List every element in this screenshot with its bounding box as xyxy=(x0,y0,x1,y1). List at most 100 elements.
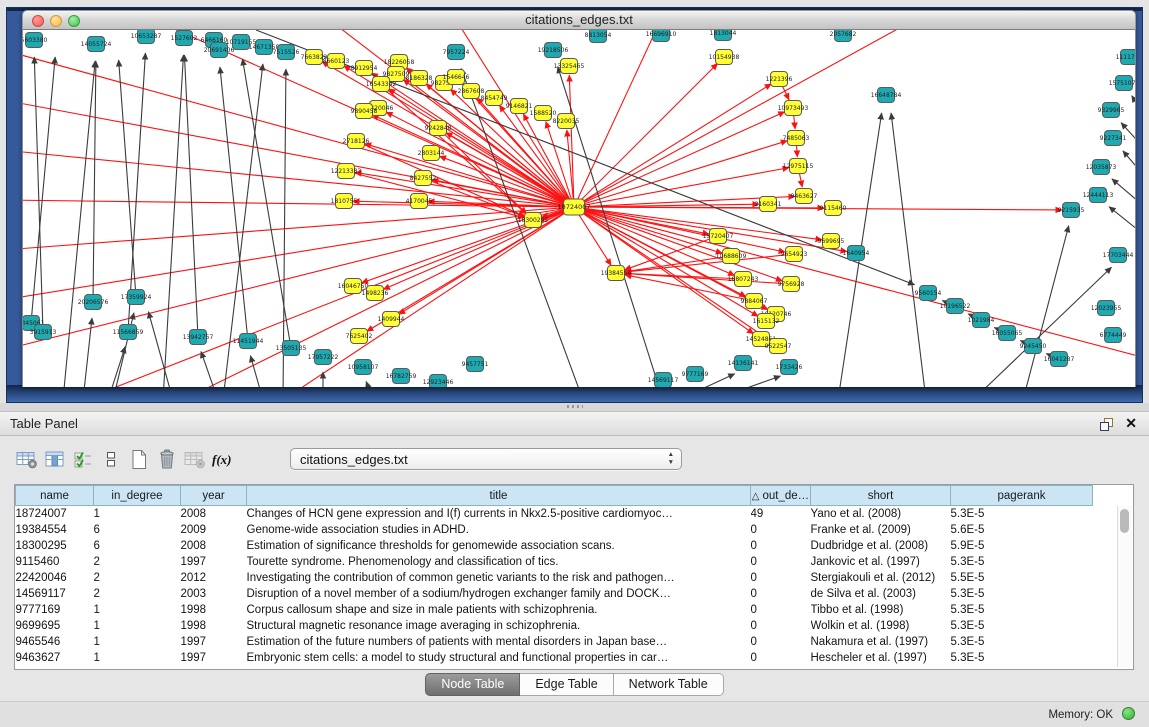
table-cell[interactable]: Wolkin et al. (1998) xyxy=(811,618,951,634)
show-columns-icon[interactable] xyxy=(42,446,68,472)
table-cell[interactable]: 9115460 xyxy=(16,554,94,570)
panel-splitter[interactable] xyxy=(0,403,1149,411)
table-cell[interactable]: 1998 xyxy=(181,602,247,618)
column-header-title[interactable]: title xyxy=(247,486,751,506)
memory-status-icon[interactable] xyxy=(1122,707,1135,720)
table-cell[interactable]: 49 xyxy=(751,506,811,522)
table-cell[interactable]: Tourette syndrome. Phenomenology and cla… xyxy=(247,554,751,570)
table-cell[interactable]: 5.3E-5 xyxy=(951,650,1093,666)
table-cell[interactable]: 5.3E-5 xyxy=(951,586,1093,602)
network-table-selector[interactable]: citations_edges.txt ▲▼ xyxy=(290,448,682,470)
table-cell[interactable]: 5.3E-5 xyxy=(951,506,1093,522)
graph-edge[interactable] xyxy=(386,112,574,207)
table-cell[interactable]: 9699695 xyxy=(16,618,94,634)
graph-edge[interactable] xyxy=(119,60,136,297)
table-cell[interactable]: 1997 xyxy=(181,650,247,666)
table-cell[interactable]: 18300295 xyxy=(16,538,94,554)
tab-network-table[interactable]: Network Table xyxy=(614,673,724,696)
select-columns-icon[interactable] xyxy=(70,446,96,472)
graph-edge[interactable] xyxy=(250,356,263,387)
table-cell[interactable]: Franke et al. (2009) xyxy=(811,522,951,538)
table-cell[interactable]: 14569117 xyxy=(16,586,94,602)
table-cell[interactable]: 0 xyxy=(751,634,811,650)
table-cell[interactable]: 5.3E-5 xyxy=(951,634,1093,650)
graph-edge[interactable] xyxy=(31,57,55,323)
graph-edge[interactable] xyxy=(148,312,173,387)
table-cell[interactable]: Yano et al. (2008) xyxy=(811,506,951,522)
table-cell[interactable]: 0 xyxy=(751,602,811,618)
table-cell[interactable]: 2008 xyxy=(181,538,247,554)
table-cell[interactable]: 0 xyxy=(751,586,811,602)
graph-edge[interactable] xyxy=(1123,151,1135,186)
table-cell[interactable]: Hescheler et al. (1997) xyxy=(811,650,951,666)
close-panel-icon[interactable]: ✕ xyxy=(1125,415,1137,432)
graph-edge[interactable] xyxy=(283,69,286,387)
table-row[interactable]: 911546021997Tourette syndrome. Phenomeno… xyxy=(16,554,1093,570)
table-row[interactable]: 977716911998Corpus callosum shape and si… xyxy=(16,602,1093,618)
table-cell[interactable]: 1 xyxy=(94,506,181,522)
table-cell[interactable]: 18724007 xyxy=(16,506,94,522)
table-cell[interactable]: 0 xyxy=(751,618,811,634)
float-panel-icon[interactable] xyxy=(1100,418,1113,431)
new-table-icon[interactable] xyxy=(126,446,152,472)
table-cell[interactable]: Genome-wide association studies in ADHD. xyxy=(247,522,751,538)
graph-edge[interactable] xyxy=(108,347,125,387)
column-header-year[interactable]: year xyxy=(181,486,247,506)
column-header-pagerank[interactable]: pagerank xyxy=(951,486,1093,506)
network-canvas[interactable]: 1872400756033801405572410653287152760264… xyxy=(22,30,1136,387)
table-cell[interactable]: 0 xyxy=(751,522,811,538)
tab-edge-table[interactable]: Edge Table xyxy=(520,673,613,696)
table-cell[interactable]: 1997 xyxy=(181,554,247,570)
delete-table-icon[interactable] xyxy=(154,446,180,472)
table-cell[interactable]: 2012 xyxy=(181,570,247,586)
table-cell[interactable]: 9465546 xyxy=(16,634,94,650)
table-cell[interactable]: Corpus callosum shape and size in male p… xyxy=(247,602,751,618)
table-cell[interactable]: 5.3E-5 xyxy=(951,554,1093,570)
table-cell[interactable]: 0 xyxy=(751,570,811,586)
table-cell[interactable]: Jankovic et al. (1997) xyxy=(811,554,951,570)
column-header-in_degree[interactable]: in_degree xyxy=(94,486,181,506)
table-cell[interactable]: 9777169 xyxy=(16,602,94,618)
graph-edge[interactable] xyxy=(23,207,574,299)
column-header-out_de[interactable]: △out_de… xyxy=(751,486,811,506)
table-cell[interactable]: 5.3E-5 xyxy=(951,618,1093,634)
table-row[interactable]: 969969511998Structural magnetic resonanc… xyxy=(16,618,1093,634)
table-row[interactable]: 946554611997Estimation of the future num… xyxy=(16,634,1093,650)
table-cell[interactable]: 5.3E-5 xyxy=(951,602,1093,618)
table-cell[interactable]: Stergiakouli et al. (2012) xyxy=(811,570,951,586)
column-header-name[interactable]: name xyxy=(16,486,94,506)
table-cell[interactable]: 22420046 xyxy=(16,570,94,586)
graph-edge[interactable] xyxy=(93,61,96,302)
graph-edge[interactable] xyxy=(891,113,926,387)
table-cell[interactable]: 2 xyxy=(94,570,181,586)
graph-edge[interactable] xyxy=(34,57,43,332)
table-cell[interactable]: 6 xyxy=(94,522,181,538)
table-cell[interactable]: 5.9E-5 xyxy=(951,538,1093,554)
graph-edge[interactable] xyxy=(625,254,794,272)
graph-edge[interactable] xyxy=(574,207,1135,358)
table-row[interactable]: 1872400712008Changes of HCN gene express… xyxy=(16,506,1093,522)
tab-node-table[interactable]: Node Table xyxy=(425,673,520,696)
graph-edge[interactable] xyxy=(163,55,183,387)
column-header-short[interactable]: short xyxy=(811,486,951,506)
table-cell[interactable]: Changes of HCN gene expression and I(f) … xyxy=(247,506,751,522)
graph-edge[interactable] xyxy=(365,144,574,207)
graph-edge[interactable] xyxy=(1112,179,1135,214)
table-cell[interactable]: 19384554 xyxy=(16,522,94,538)
table-cell[interactable]: 9463627 xyxy=(16,650,94,666)
table-cell[interactable]: Dudbridge et al. (2008) xyxy=(811,538,951,554)
table-cell[interactable]: 1997 xyxy=(181,634,247,650)
table-cell[interactable]: 1 xyxy=(94,650,181,666)
graph-edge[interactable] xyxy=(201,351,218,387)
table-cell[interactable]: 0 xyxy=(751,538,811,554)
table-row[interactable]: 1830029562008Estimation of significance … xyxy=(16,538,1093,554)
window-titlebar[interactable]: citations_edges.txt xyxy=(22,10,1136,30)
graph-edge[interactable] xyxy=(1132,96,1135,130)
graph-edge[interactable] xyxy=(574,30,915,207)
table-cell[interactable]: Structural magnetic resonance image aver… xyxy=(247,618,751,634)
close-window-button[interactable] xyxy=(32,15,44,27)
table-cell[interactable]: 1 xyxy=(94,634,181,650)
table-cell[interactable]: 2008 xyxy=(181,506,247,522)
graph-edge[interactable] xyxy=(184,55,198,337)
table-cell[interactable]: 1 xyxy=(94,618,181,634)
